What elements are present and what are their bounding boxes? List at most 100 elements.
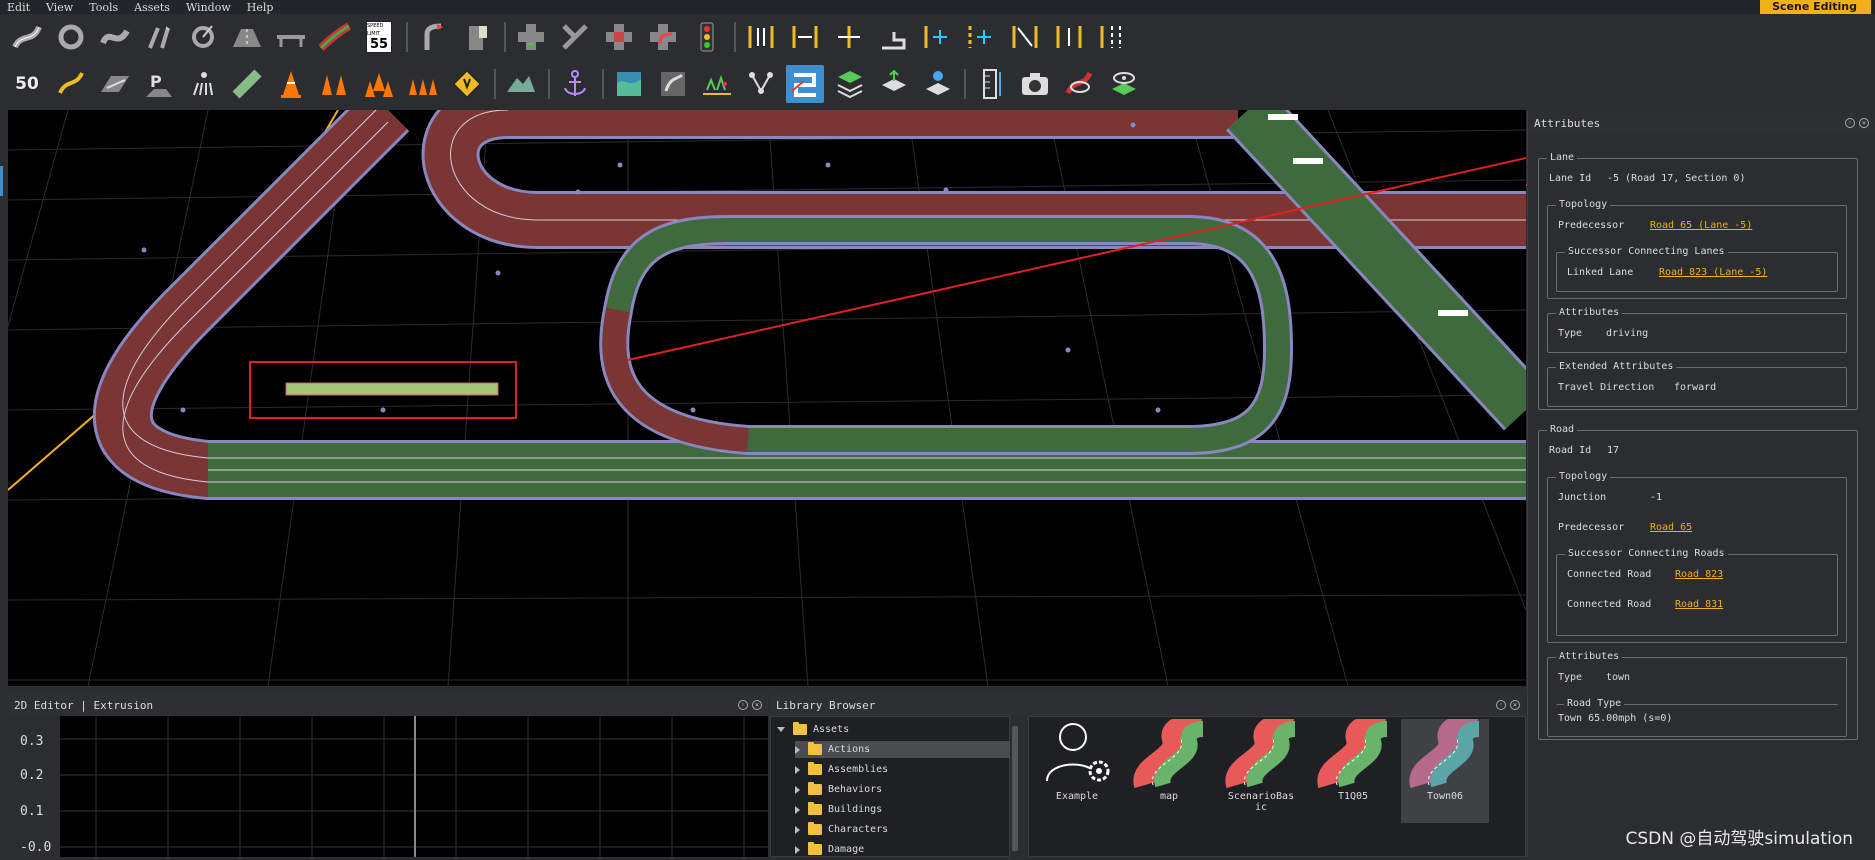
scene-viewport[interactable]: [8, 110, 1526, 686]
menu-view[interactable]: View: [39, 1, 82, 14]
lane-direction-icon[interactable]: [742, 18, 780, 56]
cone-line-icon[interactable]: [404, 65, 442, 103]
junction-turn-icon[interactable]: [644, 18, 682, 56]
library-browser-header: Library Browser ◦×: [770, 694, 1526, 716]
junction-cross-icon[interactable]: [600, 18, 638, 56]
expand-arrow-icon[interactable]: [795, 826, 800, 834]
connected-road-link-2[interactable]: Road 831: [1675, 599, 1723, 610]
anchor-icon[interactable]: [556, 65, 594, 103]
dock-tab[interactable]: [0, 166, 3, 196]
expand-arrow-icon[interactable]: [795, 786, 800, 794]
cone-row-icon[interactable]: [316, 65, 354, 103]
visibility-layer-icon[interactable]: [1104, 65, 1142, 103]
float-icon[interactable]: ◦: [1496, 700, 1506, 710]
road-predecessor-link[interactable]: Road 65: [1650, 522, 1692, 533]
menu-assets[interactable]: Assets: [127, 1, 179, 14]
selected-lane-highlight[interactable]: [286, 383, 498, 395]
lane-curve-icon[interactable]: [414, 18, 452, 56]
junction-icon[interactable]: [512, 18, 550, 56]
parking-icon[interactable]: P: [140, 65, 178, 103]
road-roundabout-icon[interactable]: [184, 18, 222, 56]
asset-item-scenario-basic[interactable]: ScenarioBasic: [1217, 719, 1305, 823]
asset-item-town06[interactable]: Town06: [1401, 719, 1489, 823]
vegetation-icon[interactable]: [698, 65, 736, 103]
map-tile-icon[interactable]: [610, 65, 648, 103]
camera-icon[interactable]: [1016, 65, 1054, 103]
junction-merge-icon[interactable]: [556, 18, 594, 56]
expand-arrow-icon[interactable]: [795, 846, 800, 854]
speed-badge-icon[interactable]: 50: [8, 65, 46, 103]
warning-sign-icon[interactable]: [448, 65, 486, 103]
close-icon[interactable]: ×: [1859, 118, 1869, 128]
menu-tools[interactable]: Tools: [82, 1, 127, 14]
road-scurve-icon[interactable]: [96, 18, 134, 56]
lane-elevation-icon[interactable]: [874, 18, 912, 56]
lane-select-icon[interactable]: [786, 65, 824, 103]
lane-insert-dashed-icon[interactable]: [962, 18, 1000, 56]
menu-window[interactable]: Window: [179, 1, 240, 14]
expand-arrow-icon[interactable]: [795, 746, 800, 754]
road-circle-icon[interactable]: [52, 18, 90, 56]
tree-scrollbar[interactable]: [1010, 716, 1020, 857]
lane-group: Lane Lane Id -5 (Road 17, Section 0) Top…: [1538, 158, 1858, 410]
tree-node-assets[interactable]: Assets: [777, 721, 1007, 738]
tree-node-characters[interactable]: Characters: [795, 821, 1011, 838]
heightmap-icon[interactable]: [654, 65, 692, 103]
expand-arrow-icon[interactable]: [777, 727, 785, 732]
asset-item-map[interactable]: map: [1125, 719, 1213, 823]
tree-node-actions[interactable]: Actions: [795, 741, 1011, 758]
float-icon[interactable]: ◦: [1845, 118, 1855, 128]
road-marking-curve-icon[interactable]: [52, 65, 90, 103]
road-curve-icon[interactable]: [8, 18, 46, 56]
mode-dropdown[interactable]: Scene Editing: [1760, 0, 1871, 14]
speed-limit-sign-icon[interactable]: SPEED LIMIT55: [360, 18, 398, 56]
road-straight-icon[interactable]: [228, 18, 266, 56]
lane-marking-icon[interactable]: [1094, 18, 1132, 56]
asset-item-t1q05[interactable]: T1Q05: [1309, 719, 1397, 823]
folder-icon: [808, 764, 822, 775]
node-graph-icon[interactable]: [742, 65, 780, 103]
scene-canvas[interactable]: [8, 110, 1526, 686]
expand-arrow-icon[interactable]: [795, 766, 800, 774]
terrain-icon[interactable]: [502, 65, 540, 103]
road-paint-icon[interactable]: [228, 65, 266, 103]
road-multilane-icon[interactable]: [316, 18, 354, 56]
visibility-road-icon[interactable]: [1060, 65, 1098, 103]
menu-help[interactable]: Help: [240, 1, 283, 14]
tree-node-behaviors[interactable]: Behaviors: [795, 781, 1011, 798]
asset-item-example[interactable]: Example: [1033, 719, 1121, 823]
crosswalk-icon[interactable]: [184, 65, 222, 103]
lane-insert-icon[interactable]: [918, 18, 956, 56]
lane-width-icon[interactable]: [786, 18, 824, 56]
attributes-panel-header: Attributes ◦×: [1528, 112, 1875, 134]
menu-edit[interactable]: Edit: [0, 1, 39, 14]
lane-swap-icon[interactable]: [1006, 18, 1044, 56]
linked-lane-link[interactable]: Road 823 (Lane -5): [1659, 267, 1767, 278]
traffic-cone-icon[interactable]: [272, 65, 310, 103]
inner-loop-road[interactable]: [614, 230, 1278, 440]
connected-road-link-1[interactable]: Road 823: [1675, 569, 1723, 580]
traffic-light-icon[interactable]: [688, 18, 726, 56]
layer-road-icon[interactable]: [830, 65, 868, 103]
close-icon[interactable]: ×: [1510, 700, 1520, 710]
lane-add-icon[interactable]: [458, 18, 496, 56]
road-bridge-icon[interactable]: [272, 18, 310, 56]
tree-node-damage[interactable]: Damage: [795, 841, 1011, 858]
road-split-icon[interactable]: [140, 18, 178, 56]
lane-offset-icon[interactable]: [830, 18, 868, 56]
scrollbar-thumb[interactable]: [1012, 726, 1018, 851]
layer-export-icon[interactable]: [874, 65, 912, 103]
tree-node-assemblies[interactable]: Assemblies: [795, 761, 1011, 778]
measure-icon[interactable]: [972, 65, 1010, 103]
layer-pin-icon[interactable]: [918, 65, 956, 103]
extrusion-graph[interactable]: [60, 716, 768, 857]
lane-split-icon[interactable]: [1050, 18, 1088, 56]
close-icon[interactable]: ×: [752, 700, 762, 710]
extended-attributes-title: Extended Attributes: [1556, 361, 1676, 372]
cone-group-icon[interactable]: [360, 65, 398, 103]
float-icon[interactable]: ◦: [738, 700, 748, 710]
expand-arrow-icon[interactable]: [795, 806, 800, 814]
lane-predecessor-link[interactable]: Road 65 (Lane -5): [1650, 220, 1752, 231]
crosshatch-icon[interactable]: [96, 65, 134, 103]
tree-node-buildings[interactable]: Buildings: [795, 801, 1011, 818]
